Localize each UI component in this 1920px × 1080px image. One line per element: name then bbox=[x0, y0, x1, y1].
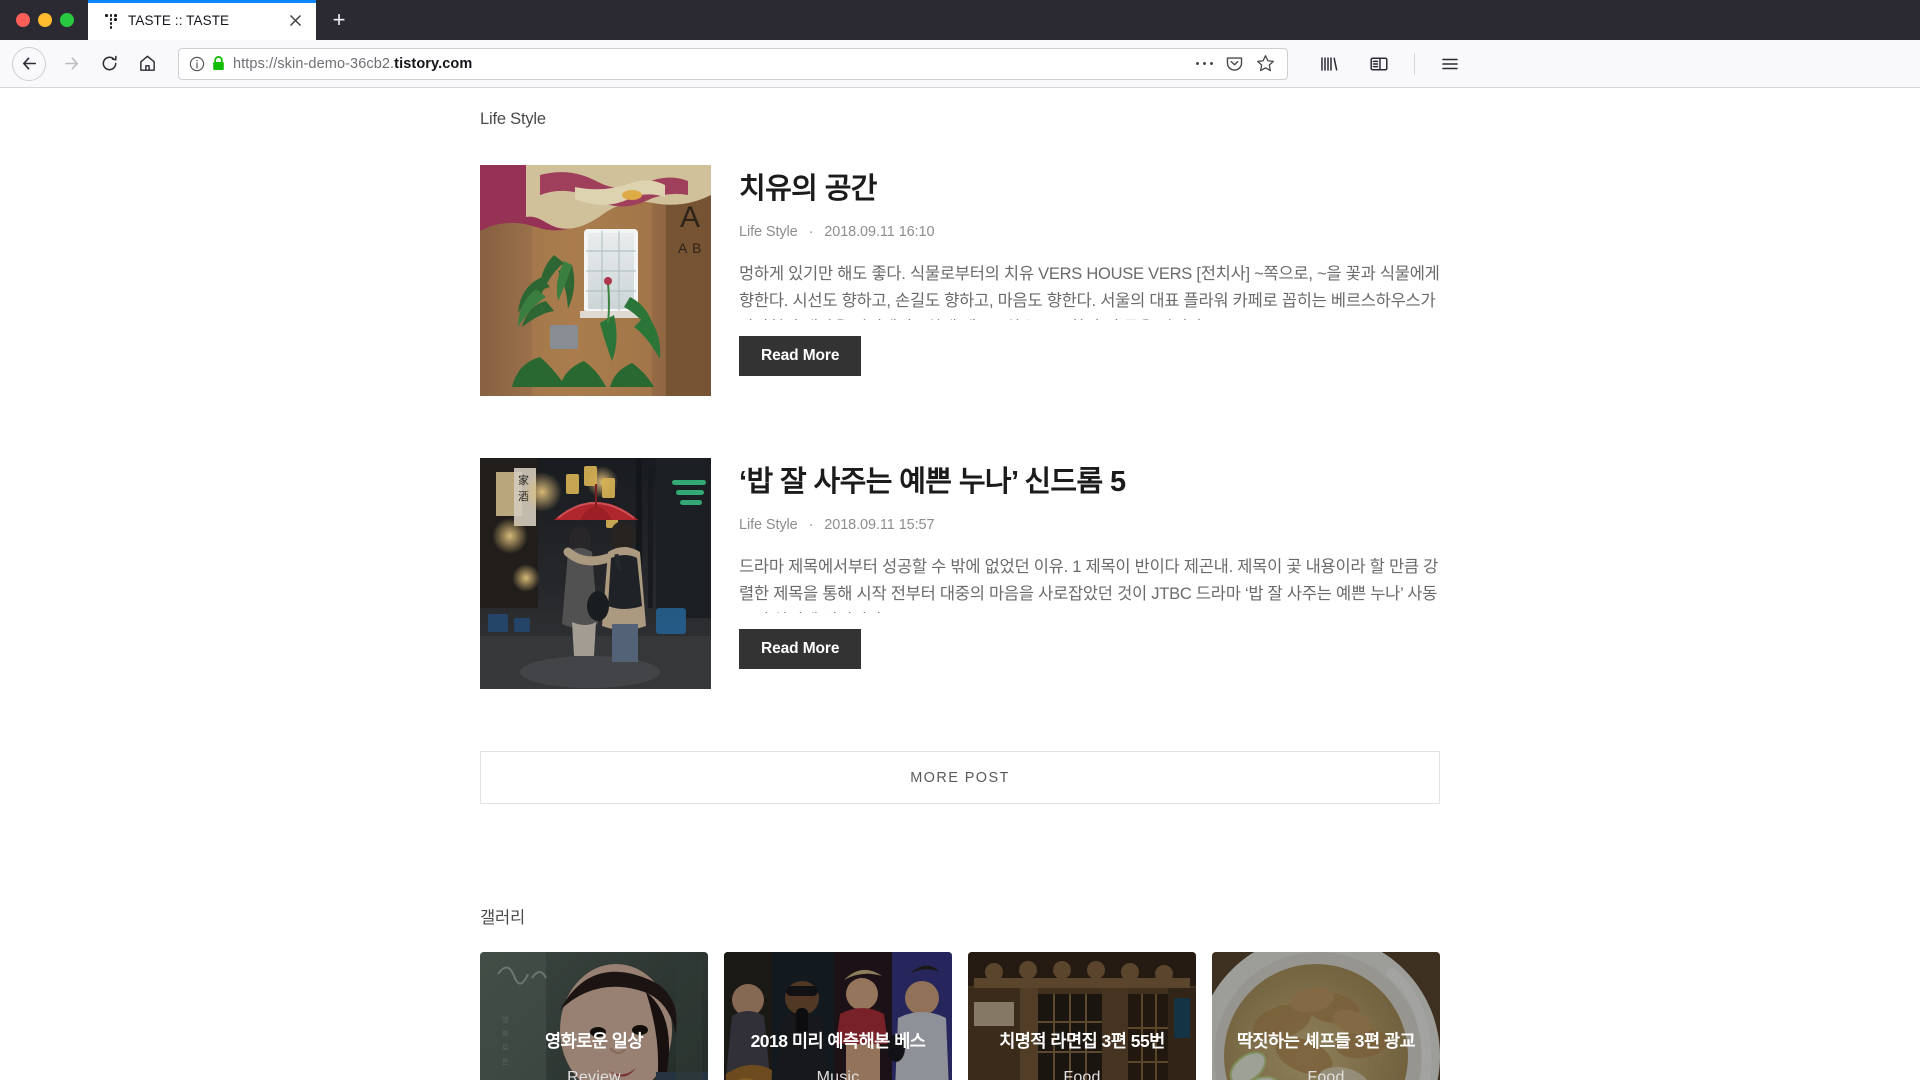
meta-separator: · bbox=[808, 224, 814, 241]
content-container: Life Style A A B 치유의 공간 Life Style · 201… bbox=[480, 110, 1440, 1080]
post-body: 치유의 공간 Life Style · 2018.09.11 16:10 멍하게… bbox=[739, 165, 1440, 396]
library-icon[interactable] bbox=[1312, 47, 1346, 81]
gallery-card-category: Music bbox=[816, 1068, 860, 1080]
post-title[interactable]: ‘밥 잘 사주는 예쁜 누나’ 신드롬 5 bbox=[739, 464, 1440, 500]
card-text: 치명적 라면집 3편 55번 Food bbox=[968, 952, 1196, 1080]
blog-page: Life Style A A B 치유의 공간 Life Style · 201… bbox=[0, 88, 1920, 1080]
browser-tab[interactable]: TASTE :: TASTE bbox=[88, 0, 316, 40]
tab-title: TASTE :: TASTE bbox=[128, 12, 230, 28]
gallery-card-title: 2018 미리 예측해본 베스 bbox=[750, 1030, 926, 1051]
post-excerpt: 멍하게 있기만 해도 좋다. 식물로부터의 치유 VERS HOUSE VERS… bbox=[739, 265, 1440, 320]
post-category[interactable]: Life Style bbox=[739, 224, 798, 240]
card-text: 영화로운 일상 Review bbox=[480, 952, 708, 1080]
new-tab-button[interactable]: + bbox=[322, 3, 356, 37]
close-window-button[interactable] bbox=[16, 13, 30, 27]
gallery-card-title: 치명적 라면집 3편 55번 bbox=[999, 1030, 1165, 1051]
post-date: 2018.09.11 15:57 bbox=[824, 517, 935, 534]
hamburger-menu-icon[interactable] bbox=[1433, 47, 1467, 81]
url-bar-actions bbox=[1195, 54, 1279, 73]
gallery-card-title: 영화로운 일상 bbox=[545, 1030, 643, 1051]
url-prefix: https://skin-demo-36cb2. bbox=[233, 55, 395, 72]
noodle-soup-bowl-photo[interactable]: 딱짓하는 셰프들 3편 광교 Food bbox=[1212, 952, 1440, 1080]
section-label: Life Style bbox=[480, 110, 546, 128]
toolbar-divider bbox=[1414, 52, 1415, 75]
page-actions-ellipsis-icon[interactable] bbox=[1195, 61, 1213, 66]
maximize-window-button[interactable] bbox=[60, 13, 74, 27]
gallery-section: 갤러리 영 화 로 운 영화로운 일상 Review 2018 미리 예측해본 … bbox=[480, 904, 1440, 1080]
card-text: 2018 미리 예측해본 베스 Music bbox=[724, 952, 952, 1080]
page-viewport: Life Style A A B 치유의 공간 Life Style · 201… bbox=[0, 88, 1920, 1080]
meta-separator: · bbox=[808, 517, 814, 534]
post-meta: Life Style · 2018.09.11 15:57 bbox=[739, 517, 1440, 533]
post-item: A A B 치유의 공간 Life Style · 2018.09.11 16:… bbox=[480, 165, 1440, 396]
tistory-dots-favicon bbox=[102, 12, 118, 29]
browser-window: TASTE :: TASTE + https://skin-demo-36cb2… bbox=[0, 0, 1920, 1080]
forward-button[interactable] bbox=[54, 47, 88, 81]
gallery-card-category: Food bbox=[1307, 1068, 1345, 1080]
post-date: 2018.09.11 16:10 bbox=[824, 224, 935, 241]
padlock-icon[interactable] bbox=[212, 56, 225, 71]
gallery-grid: 영화로운 영화로운 일상 Review 2018 미리 예측해본 베스 Musi… bbox=[480, 952, 1440, 1080]
window-controls bbox=[0, 0, 88, 40]
reload-button[interactable] bbox=[92, 47, 126, 81]
plant-cafe-interior-photo[interactable]: A A B bbox=[480, 165, 711, 396]
minimize-window-button[interactable] bbox=[38, 13, 52, 27]
tab-strip: TASTE :: TASTE + bbox=[0, 0, 1920, 40]
gallery-card-category: Food bbox=[1063, 1068, 1101, 1080]
gallery-card-title: 딱짓하는 셰프들 3편 광교 bbox=[1236, 1030, 1416, 1051]
post-excerpt: 드라마 제목에서부터 성공할 수 밖에 없었던 이유. 1 제목이 반이다 제곤… bbox=[739, 558, 1439, 613]
navigation-toolbar: https://skin-demo-36cb2.tistory.com bbox=[0, 40, 1920, 88]
post-title[interactable]: 치유의 공간 bbox=[739, 171, 1440, 207]
post-meta: Life Style · 2018.09.11 16:10 bbox=[739, 224, 1440, 240]
gallery-card-category: Review bbox=[567, 1068, 621, 1080]
musicians-collage-photo[interactable]: 2018 미리 예측해본 베스 Music bbox=[724, 952, 952, 1080]
movie-poster-woman-photo[interactable]: 영화로운 영화로운 일상 Review bbox=[480, 952, 708, 1080]
url-domain: tistory.com bbox=[394, 55, 473, 72]
gallery-label: 갤러리 bbox=[480, 909, 525, 927]
sidebar-toggle-icon[interactable] bbox=[1362, 47, 1396, 81]
back-button[interactable] bbox=[12, 46, 46, 81]
post-body: ‘밥 잘 사주는 예쁜 누나’ 신드롬 5 Life Style · 2018.… bbox=[739, 458, 1440, 689]
info-circle-icon[interactable] bbox=[189, 56, 205, 72]
read-more-button[interactable]: Read More bbox=[739, 629, 862, 670]
home-button[interactable] bbox=[130, 47, 164, 81]
close-tab-button[interactable] bbox=[284, 9, 306, 31]
more-post-button[interactable]: MORE POST bbox=[480, 751, 1440, 804]
post-category[interactable]: Life Style bbox=[739, 517, 798, 533]
read-more-button[interactable]: Read More bbox=[739, 336, 862, 377]
couple-red-umbrella-night-street-photo[interactable]: 家酒 bbox=[480, 458, 711, 689]
pocket-save-icon[interactable] bbox=[1225, 54, 1244, 73]
toolbar-right bbox=[1300, 47, 1467, 81]
url-bar[interactable]: https://skin-demo-36cb2.tistory.com bbox=[178, 47, 1288, 80]
star-bookmark-icon[interactable] bbox=[1256, 54, 1275, 73]
hanok-restaurant-photo[interactable]: 치명적 라면집 3편 55번 Food bbox=[968, 952, 1196, 1080]
card-text: 딱짓하는 셰프들 3편 광교 Food bbox=[1212, 952, 1440, 1080]
site-identity[interactable] bbox=[189, 56, 225, 72]
url-text[interactable]: https://skin-demo-36cb2.tistory.com bbox=[233, 56, 1188, 72]
post-item: 家酒 bbox=[480, 458, 1440, 689]
